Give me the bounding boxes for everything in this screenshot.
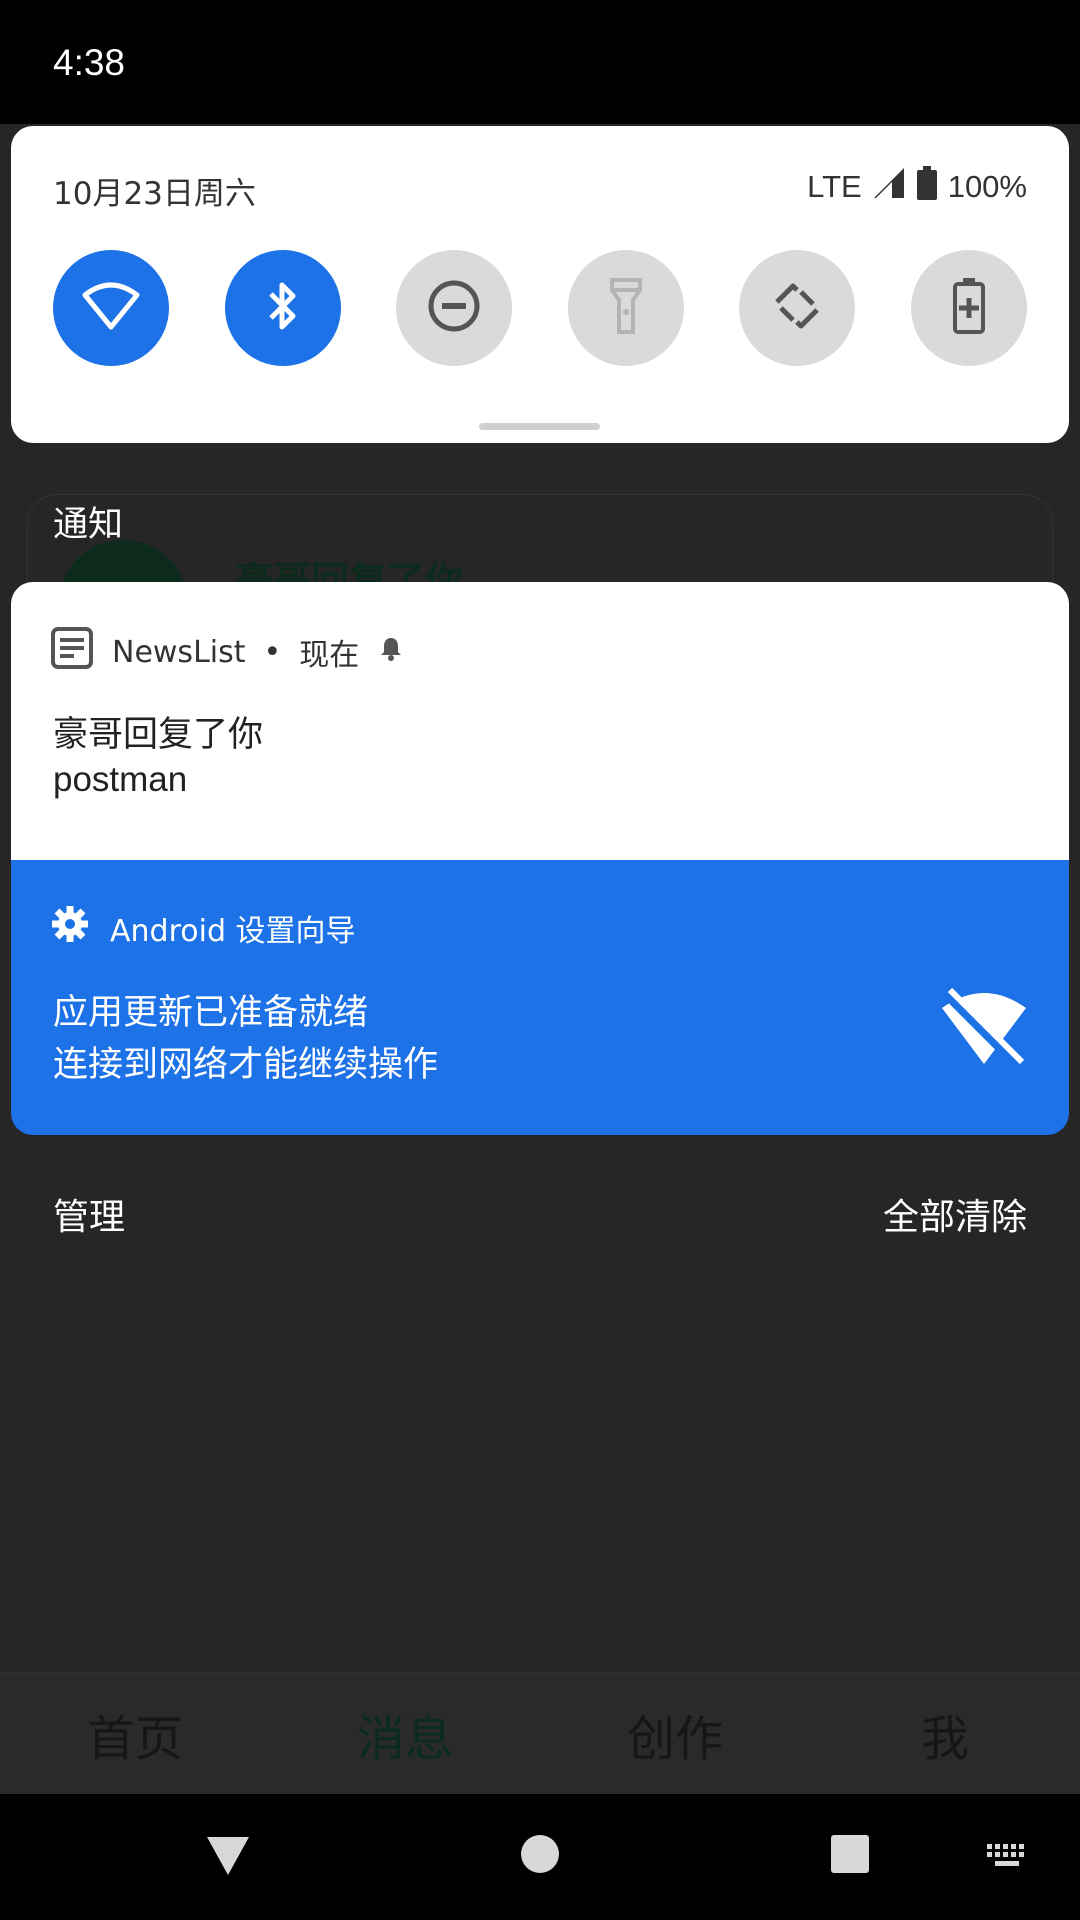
battery-percent: 100%: [947, 169, 1027, 204]
bluetooth-tile[interactable]: [224, 250, 341, 366]
notification-time: 现在: [299, 638, 360, 673]
auto-rotate-tile[interactable]: [739, 250, 856, 366]
battery-saver-icon: [952, 276, 986, 340]
back-icon[interactable]: [205, 1835, 251, 1881]
flashlight-icon: [606, 276, 646, 340]
quick-tiles: [53, 250, 1027, 366]
notification-title: 应用更新已准备就绪: [53, 993, 369, 1033]
home-icon[interactable]: [520, 1834, 560, 1878]
signal-icon: [872, 168, 906, 206]
wifi-icon: [81, 281, 141, 335]
notification-title: 豪哥回复了你: [53, 715, 264, 755]
date-label: 10月23日周六: [53, 176, 256, 212]
notification-header: NewsList • 现在: [50, 626, 405, 678]
gear-icon: [50, 904, 90, 952]
keyboard-icon[interactable]: [985, 1842, 1029, 1874]
quick-settings-panel: 10月23日周六 LTE 100%: [11, 126, 1069, 443]
clear-all-button[interactable]: 全部清除: [883, 1188, 1027, 1240]
news-app-icon: [50, 626, 94, 678]
clock: 4:38: [53, 42, 126, 83]
notification-newslist[interactable]: NewsList • 现在 豪哥回复了你 postman: [11, 582, 1069, 860]
status-bar: 4:38: [0, 0, 1080, 124]
app-bottom-tabs: 首页 消息 创作 我: [0, 1672, 1080, 1795]
tab-create[interactable]: 创作: [540, 1673, 810, 1795]
dnd-tile[interactable]: [396, 250, 513, 366]
notification-header: Android 设置向导: [50, 904, 356, 952]
status-indicators: LTE 100%: [807, 166, 1027, 208]
ghost-card: [27, 494, 1053, 585]
flashlight-tile[interactable]: [567, 250, 684, 366]
bluetooth-icon: [263, 278, 303, 338]
separator-dot: •: [263, 634, 282, 670]
wifi-tile[interactable]: [53, 250, 169, 366]
tab-me[interactable]: 我: [810, 1673, 1080, 1795]
battery-saver-tile[interactable]: [910, 250, 1027, 366]
alert-bell-icon: [377, 634, 405, 670]
drag-handle[interactable]: [479, 423, 600, 430]
tab-messages[interactable]: 消息: [270, 1673, 540, 1795]
do-not-disturb-icon: [426, 278, 482, 338]
notification-text: postman: [53, 760, 188, 799]
app-name: Android 设置向导: [110, 914, 356, 949]
wifi-off-icon: [936, 986, 1032, 1074]
network-type: LTE: [807, 169, 862, 204]
navigation-bar: [0, 1794, 1080, 1920]
rotate-icon: [769, 278, 825, 338]
recents-icon[interactable]: [830, 1834, 870, 1878]
battery-icon: [916, 166, 938, 208]
notification-text: 连接到网络才能继续操作: [53, 1045, 439, 1085]
tab-home[interactable]: 首页: [0, 1673, 270, 1795]
notification-setup-wizard[interactable]: Android 设置向导 应用更新已准备就绪 连接到网络才能继续操作: [11, 860, 1069, 1135]
manage-button[interactable]: 管理: [53, 1188, 125, 1240]
app-name: NewsList: [112, 634, 246, 670]
